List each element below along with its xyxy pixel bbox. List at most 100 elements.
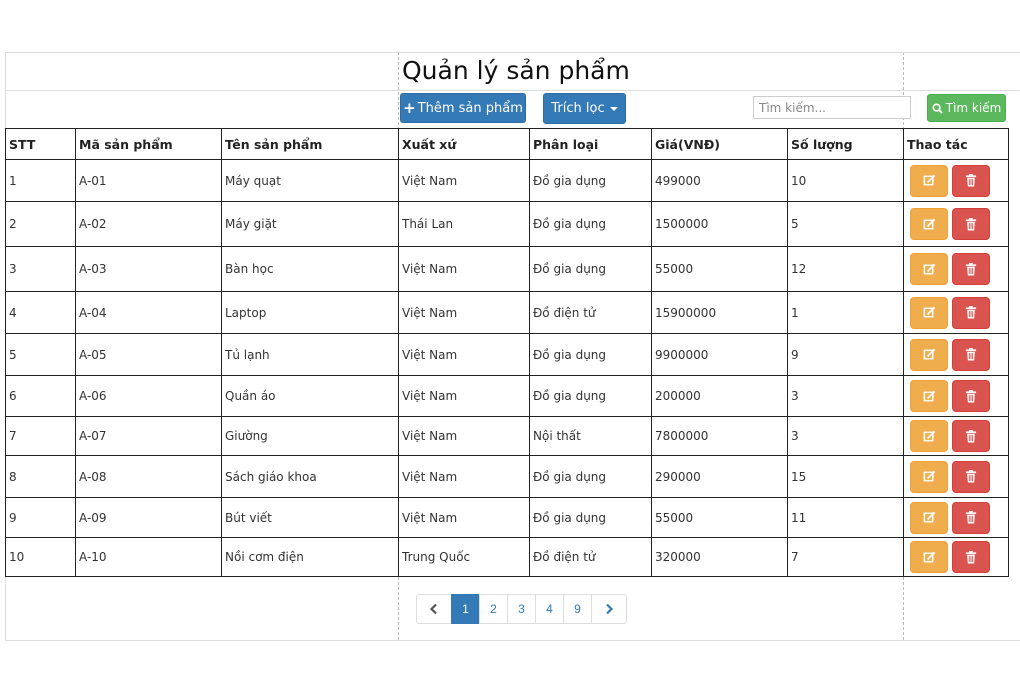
cell-actions (903, 375, 1009, 417)
cell-actions (903, 333, 1009, 376)
page-link-4[interactable]: 4 (535, 594, 564, 624)
cell-stt: 1 (5, 159, 76, 202)
edit-button[interactable] (910, 541, 948, 573)
edit-button[interactable] (910, 420, 948, 452)
edit-icon (923, 551, 935, 562)
table-row: 2 A-02 Máy giặt Thái Lan Đồ gia dụng 1500000 5 (5, 201, 1009, 247)
cell-name: Tủ lạnh (221, 333, 399, 376)
cell-actions (903, 455, 1009, 498)
next-page-button[interactable] (591, 594, 627, 624)
page-link-3[interactable]: 3 (507, 594, 536, 624)
cell-category: Nội thất (529, 416, 652, 456)
cell-code: A-05 (75, 333, 222, 376)
edit-button[interactable] (910, 460, 948, 493)
cell-origin: Việt Nam (398, 416, 530, 456)
cell-price: 7800000 (651, 416, 788, 456)
page-title: Quản lý sản phẩm (402, 56, 630, 85)
cell-origin: Việt Nam (398, 333, 530, 376)
delete-button[interactable] (952, 338, 990, 371)
cell-price: 55000 (651, 246, 788, 292)
edit-icon (923, 511, 935, 523)
cell-actions (903, 497, 1009, 538)
cell-code: A-09 (75, 497, 222, 538)
cell-quantity: 5 (787, 201, 904, 247)
cell-stt: 2 (5, 201, 76, 247)
delete-button[interactable] (952, 253, 990, 285)
trash-icon (965, 306, 977, 319)
edit-button[interactable] (910, 501, 948, 534)
cell-actions (903, 537, 1009, 577)
page-link-2[interactable]: 2 (479, 594, 508, 624)
cell-stt: 3 (5, 246, 76, 292)
cell-price: 200000 (651, 375, 788, 417)
cell-price: 9900000 (651, 333, 788, 376)
prev-page-button[interactable] (416, 594, 452, 624)
cell-stt: 4 (5, 291, 76, 334)
trash-icon (965, 262, 977, 276)
cell-category: Đồ gia dụng (529, 246, 652, 292)
delete-button[interactable] (952, 164, 990, 197)
delete-button[interactable] (952, 208, 990, 240)
cell-actions (903, 201, 1009, 247)
header-category: Phân loại (529, 128, 652, 160)
table-row: 6 A-06 Quần áo Việt Nam Đồ gia dụng 200000 3 (5, 375, 1009, 417)
delete-button[interactable] (952, 380, 990, 412)
cell-category: Đồ gia dụng (529, 497, 652, 538)
edit-button[interactable] (910, 338, 948, 371)
search-button[interactable]: Tìm kiếm (927, 94, 1006, 122)
delete-button[interactable] (952, 541, 990, 573)
edit-button[interactable] (910, 253, 948, 285)
cell-actions (903, 416, 1009, 456)
cell-origin: Thái Lan (398, 201, 530, 247)
page-link-9[interactable]: 9 (563, 594, 592, 624)
cell-code: A-10 (75, 537, 222, 577)
cell-origin: Việt Nam (398, 375, 530, 417)
cell-price: 499000 (651, 159, 788, 202)
edit-button[interactable] (910, 296, 948, 329)
delete-button[interactable] (952, 501, 990, 534)
delete-button[interactable] (952, 420, 990, 452)
delete-button[interactable] (952, 296, 990, 329)
cell-price: 290000 (651, 455, 788, 498)
cell-quantity: 7 (787, 537, 904, 577)
table-row: 5 A-05 Tủ lạnh Việt Nam Đồ gia dụng 9900000 9 (5, 333, 1009, 376)
cell-stt: 10 (5, 537, 76, 577)
cell-actions (903, 246, 1009, 292)
cell-category: Đồ điện tử (529, 537, 652, 577)
cell-quantity: 12 (787, 246, 904, 292)
cell-category: Đồ gia dụng (529, 159, 652, 202)
cell-quantity: 3 (787, 416, 904, 456)
search-input[interactable] (753, 96, 911, 119)
table-row: 8 A-08 Sách giáo khoa Việt Nam Đồ gia dụng 29… (5, 455, 1009, 498)
delete-button[interactable] (952, 460, 990, 493)
edit-icon (923, 390, 935, 401)
header-stt: STT (5, 128, 76, 160)
filter-label: Trích lọc (551, 101, 605, 116)
chevron-left-icon (429, 603, 437, 615)
cell-category: Đồ gia dụng (529, 201, 652, 247)
trash-icon (965, 174, 977, 187)
edit-button[interactable] (910, 208, 948, 240)
trash-icon (965, 511, 977, 524)
header-actions: Thao tác (903, 128, 1009, 160)
filter-dropdown-button[interactable]: Trích lọc (543, 93, 626, 124)
cell-name: Nồi cơm điện (221, 537, 399, 577)
trash-icon (965, 429, 977, 443)
cell-category: Đồ gia dụng (529, 455, 652, 498)
edit-button[interactable] (910, 380, 948, 412)
cell-name: Quần áo (221, 375, 399, 417)
cell-code: A-04 (75, 291, 222, 334)
edit-icon (923, 263, 935, 274)
cell-code: A-08 (75, 455, 222, 498)
trash-icon (965, 470, 977, 483)
cell-quantity: 1 (787, 291, 904, 334)
cell-quantity: 15 (787, 455, 904, 498)
cell-code: A-07 (75, 416, 222, 456)
edit-button[interactable] (910, 164, 948, 197)
caret-down-icon (609, 106, 618, 111)
page-link-1[interactable]: 1 (451, 594, 480, 624)
guide-line-top (5, 52, 1020, 53)
add-product-button[interactable]: + Thêm sản phẩm (400, 93, 526, 123)
cell-name: Bút viết (221, 497, 399, 538)
cell-name: Máy quạt (221, 159, 399, 202)
